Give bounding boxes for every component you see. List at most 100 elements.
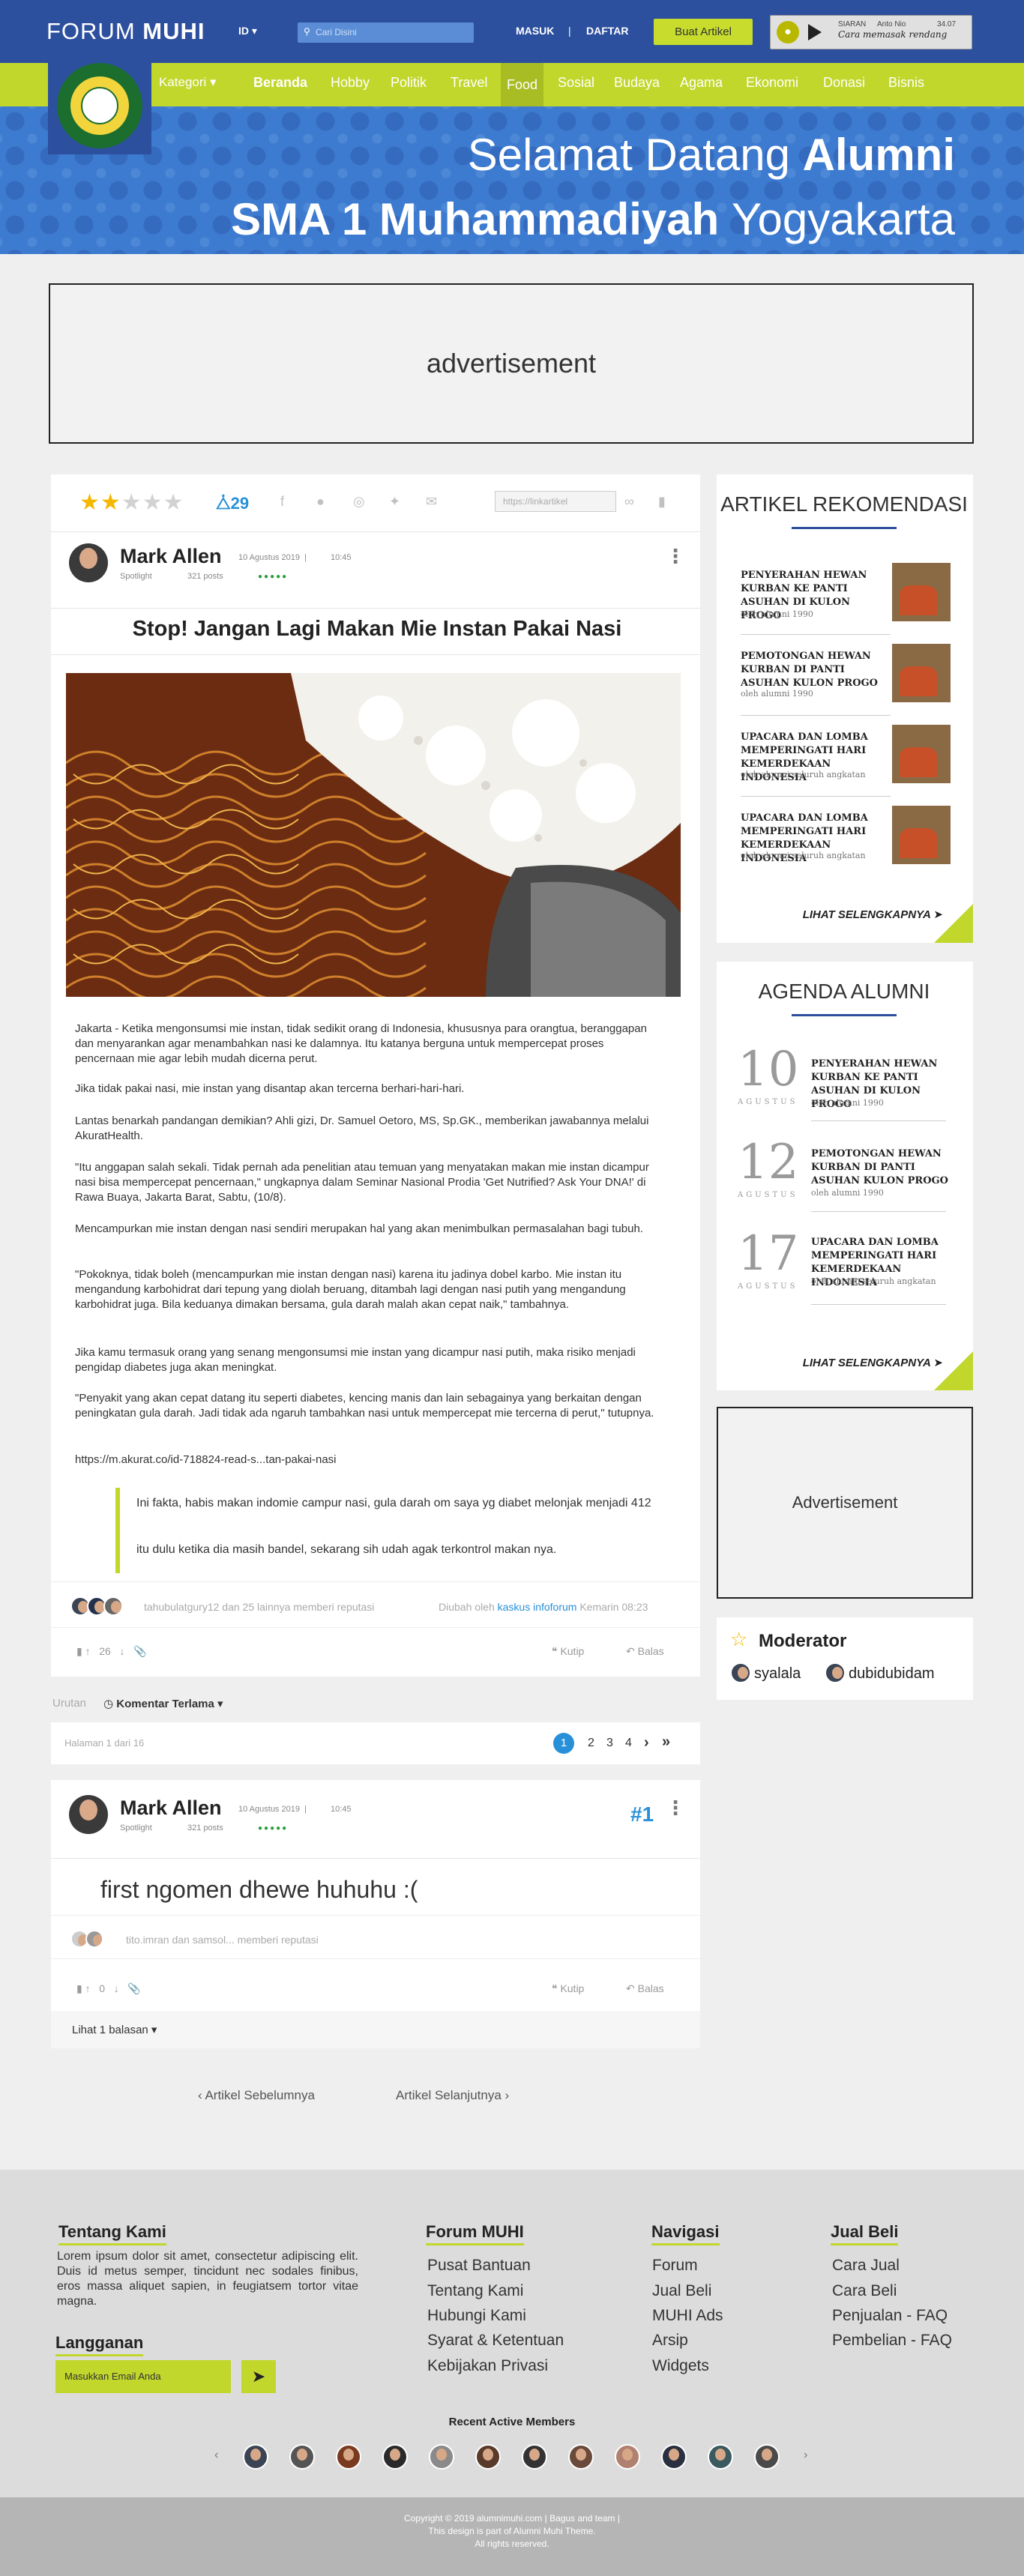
reputation-avatar[interactable] [103,1596,123,1616]
footer-link[interactable]: Jual Beli [652,2282,711,2300]
nav-ekonomi[interactable]: Ekonomi [746,75,798,91]
article-link-field[interactable]: https://linkartikel [495,491,616,512]
messenger-icon[interactable]: ● [316,494,325,510]
mail-icon[interactable]: ✉ [426,494,437,510]
nav-politik[interactable]: Politik [391,75,427,91]
next-article-link[interactable]: Artikel Selanjutnya › [396,2088,509,2103]
view-replies-button[interactable]: Lihat 1 balasan ▾ [72,2023,157,2036]
editor-link[interactable]: kaskus infoforum [498,1601,577,1613]
footer-link[interactable]: Hubungi Kami [427,2307,526,2325]
member-avatar[interactable] [708,2444,733,2470]
author-name[interactable]: Mark Allen [120,545,222,568]
top-advertisement[interactable]: advertisement [49,283,974,444]
copy-link-icon[interactable]: ∞ [624,494,634,510]
site-logo[interactable]: FORUM MUHI [46,18,205,45]
rec-article-thumbnail[interactable] [892,644,951,702]
nav-sosial[interactable]: Sosial [558,75,594,91]
member-avatar[interactable] [661,2444,687,2470]
nav-kategori[interactable]: Kategori ▾ [159,75,217,90]
agenda-title[interactable]: PEMOTONGAN HEWAN KURBAN DI PANTI ASUHAN … [811,1147,961,1188]
reply-button[interactable]: ↶ Balas [626,1645,664,1658]
footer-link[interactable]: Pembelian - FAQ [832,2332,952,2350]
sidebar-advertisement[interactable]: Advertisement [717,1407,973,1599]
prev-article-link[interactable]: ‹ Artikel Sebelumnya [198,2088,315,2103]
see-more-link[interactable]: LIHAT SELENGKAPNYA ➤ [803,908,943,921]
whatsapp-icon[interactable]: ◎ [353,494,365,510]
author-avatar[interactable] [69,543,108,582]
footer-link[interactable]: Kebijakan Privasi [427,2357,548,2375]
nav-travel[interactable]: Travel [451,75,487,91]
nav-agama[interactable]: Agama [680,75,723,91]
member-avatar[interactable] [475,2444,501,2470]
quote-button[interactable]: ❝ Kutip [552,1982,584,1995]
rec-article-thumbnail[interactable] [892,563,951,621]
vote-controls[interactable]: ▮ ↑ 0 ↓ 📎 [76,1982,141,1995]
last-page-button[interactable]: » [662,1734,670,1751]
footer-link[interactable]: Syarat & Ketentuan [427,2332,564,2350]
rec-article-thumbnail[interactable] [892,806,951,864]
page-1[interactable]: 1 [553,1733,574,1754]
footer-link[interactable]: Forum [652,2257,698,2275]
member-avatar[interactable] [429,2444,454,2470]
footer-link[interactable]: Tentang Kami [427,2282,523,2300]
moderator-name[interactable]: dubidubidam [849,1665,935,1683]
member-avatar[interactable] [754,2444,780,2470]
footer-link[interactable]: MUHI Ads [652,2307,723,2325]
create-article-button[interactable]: Buat Artikel [654,19,753,45]
nav-beranda[interactable]: Beranda [253,75,307,91]
page-2[interactable]: 2 [588,1737,594,1750]
member-avatar[interactable] [568,2444,594,2470]
language-select[interactable]: ID ▾ [238,25,257,37]
twitter-icon[interactable]: ✦ [389,494,400,510]
moderator-avatar[interactable] [732,1664,750,1682]
footer-link[interactable]: Cara Beli [832,2282,897,2300]
login-link[interactable]: MASUK [516,25,554,37]
rating-stars[interactable]: ★★★★★ [79,489,184,516]
member-avatar[interactable] [382,2444,408,2470]
nav-donasi[interactable]: Donasi [823,75,865,91]
member-avatar[interactable] [615,2444,640,2470]
moderator-avatar[interactable] [826,1664,844,1682]
nav-budaya[interactable]: Budaya [614,75,660,91]
school-emblem[interactable] [48,57,151,154]
nav-bisnis[interactable]: Bisnis [888,75,924,91]
next-page-button[interactable]: › [644,1734,649,1752]
bookmark-icon[interactable]: ▮ [658,494,666,510]
search-input[interactable]: ⚲ Cari Disini [298,22,474,43]
nav-food[interactable]: Food [501,63,544,106]
footer-link[interactable]: Arsip [652,2332,688,2350]
vote-controls[interactable]: ▮ ↑ 26 ↓ 📎 [76,1645,147,1658]
see-more-link[interactable]: LIHAT SELENGKAPNYA ➤ [803,1356,943,1369]
share-count[interactable]: ⧊29 [216,494,249,513]
member-avatar[interactable] [336,2444,361,2470]
page-3[interactable]: 3 [606,1737,613,1750]
members-next-icon[interactable]: › [804,2449,807,2462]
send-icon[interactable]: ➤ [241,2360,276,2393]
rec-article-title[interactable]: PEMOTONGAN HEWAN KURBAN DI PANTI ASUHAN … [741,650,891,690]
reply-button[interactable]: ↶ Balas [626,1982,664,1995]
comment-avatar[interactable] [69,1795,108,1834]
footer-link[interactable]: Widgets [652,2357,709,2375]
play-button[interactable] [808,24,822,40]
source-link[interactable]: https://m.akurat.co/id-718824-read-s...t… [75,1453,657,1468]
footer-link[interactable]: Pusat Bantuan [427,2257,531,2275]
register-link[interactable]: DAFTAR [586,25,629,37]
comment-number[interactable]: #1 [630,1803,654,1827]
newsletter-email-input[interactable]: Masukkan Email Anda [55,2360,231,2393]
reputation-avatar[interactable] [85,1930,103,1948]
member-avatar[interactable] [289,2444,315,2470]
moderator-name[interactable]: syalala [754,1665,801,1683]
page-4[interactable]: 4 [625,1737,632,1750]
footer-link[interactable]: Cara Jual [832,2257,900,2275]
member-avatar[interactable] [522,2444,547,2470]
member-avatar[interactable] [243,2444,268,2470]
facebook-icon[interactable]: f [280,494,284,510]
members-prev-icon[interactable]: ‹ [214,2449,218,2462]
rec-article-thumbnail[interactable] [892,725,951,783]
sort-select[interactable]: ◷ Komentar Terlama ▾ [103,1697,223,1710]
reputation-text[interactable]: tahubulatgury12 dan 25 lainnya memberi r… [144,1601,374,1613]
reputation-text[interactable]: tito.imran dan samsol... memberi reputas… [126,1934,319,1946]
comment-author[interactable]: Mark Allen [120,1797,222,1820]
more-options-icon[interactable]: ⋮ [666,546,685,566]
more-options-icon[interactable]: ⋮ [666,1798,685,1818]
